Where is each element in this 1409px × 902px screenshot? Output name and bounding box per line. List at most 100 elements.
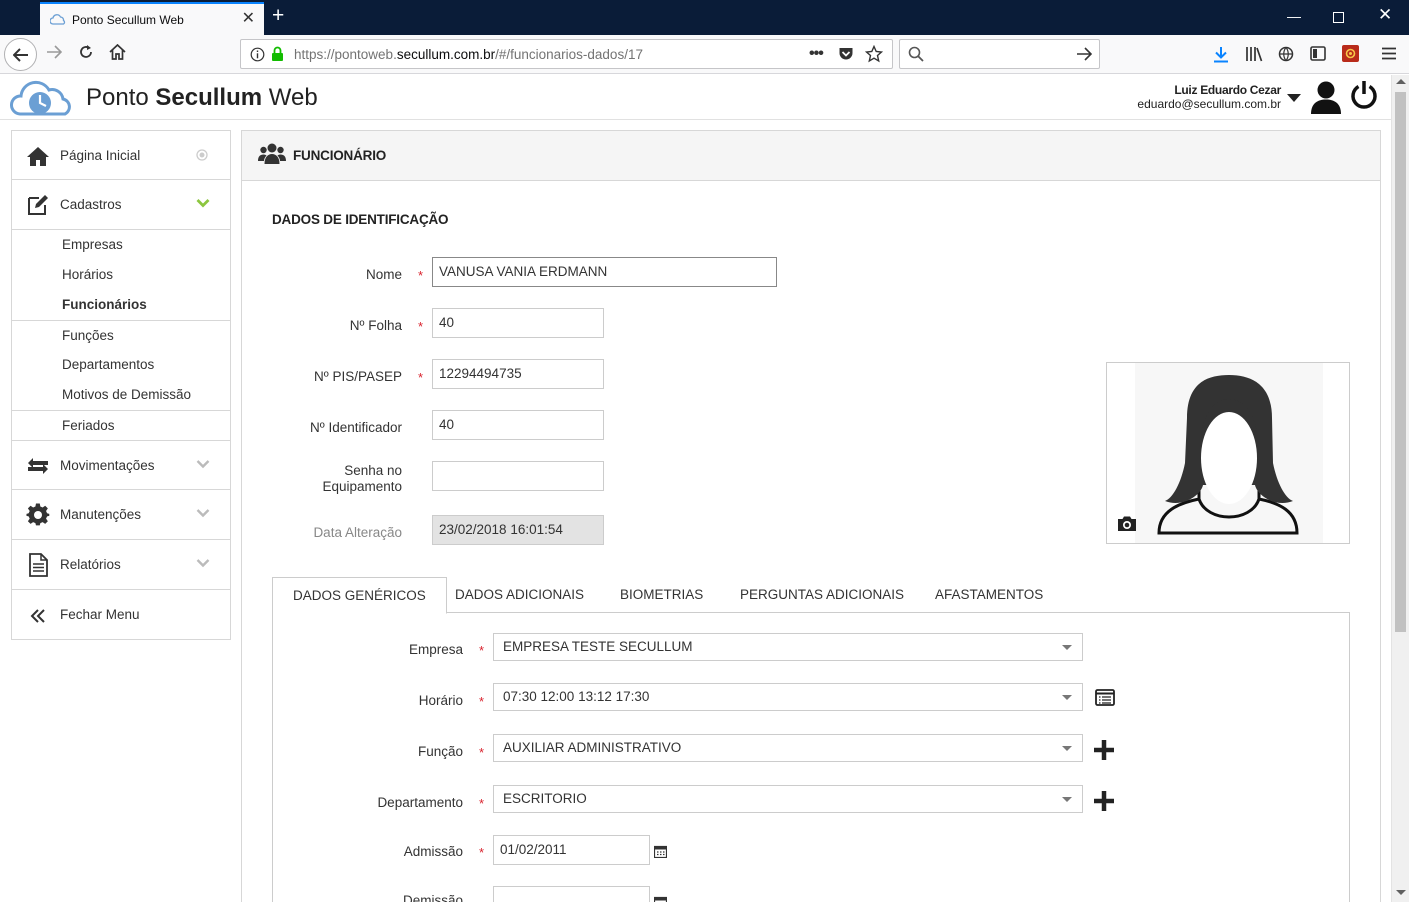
plus-icon[interactable] (1094, 740, 1114, 760)
app-title: Ponto Secullum Web (86, 84, 318, 111)
submenu-item-funcoes[interactable]: Funções (12, 320, 230, 350)
chevron-down-icon (196, 559, 210, 568)
plus-icon[interactable] (1094, 791, 1114, 811)
panel-title: FUNCIONÁRIO (293, 148, 387, 163)
submenu-item-empresas[interactable]: Empresas (12, 230, 230, 260)
nome-label: Nome (365, 267, 402, 282)
calendar-icon[interactable] (654, 845, 667, 858)
sidebar-item-manutencoes[interactable]: Manutenções (11, 490, 231, 540)
chevron-down-icon (1062, 746, 1072, 751)
data-alteracao-label: Data Alteração (313, 525, 402, 540)
search-icon (908, 46, 924, 62)
submenu-item-motivos-demissao[interactable]: Motivos de Demissão (12, 380, 230, 410)
info-icon[interactable] (250, 47, 265, 62)
scroll-down-icon[interactable] (1396, 890, 1406, 895)
folha-input[interactable]: 40 (432, 308, 604, 338)
submenu-item-horarios[interactable]: Horários (12, 260, 230, 290)
sidebar-item-movimentacoes[interactable]: Movimentações (11, 440, 231, 490)
user-email[interactable]: eduardo@secullum.com.br (1137, 97, 1281, 111)
departamento-label: Departamento (377, 795, 463, 810)
browser-titlebar: Ponto Secullum Web ✕ + — ✕ (0, 0, 1409, 35)
pocket-icon[interactable] (838, 46, 854, 62)
reload-icon[interactable] (78, 44, 94, 65)
pin-circle-icon[interactable] (196, 149, 208, 161)
minimize-icon[interactable]: — (1287, 8, 1301, 24)
maximize-icon[interactable] (1333, 12, 1344, 23)
admissao-input[interactable]: 01/02/2011 (493, 835, 650, 865)
submenu-item-funcionarios[interactable]: Funcionários (12, 290, 230, 320)
bookmark-star-icon[interactable] (865, 45, 883, 63)
download-icon[interactable] (1213, 46, 1229, 63)
tab-afastamentos[interactable]: AFASTAMENTOS (915, 577, 1063, 613)
browser-tab[interactable]: Ponto Secullum Web ✕ (40, 2, 264, 35)
section-title: DADOS DE IDENTIFICAÇÃO (272, 212, 449, 227)
chevron-down-icon (196, 460, 210, 469)
data-alteracao-input: 23/02/2018 16:01:54 (432, 515, 604, 545)
page-scrollbar[interactable] (1391, 75, 1409, 902)
cadastros-submenu: Empresas Horários Funcionários Funções D… (11, 230, 231, 440)
calendar-icon[interactable] (654, 896, 667, 902)
pis-input[interactable]: 12294494735 (432, 359, 604, 389)
forward-icon[interactable] (46, 44, 63, 64)
tab-title: Ponto Secullum Web (72, 12, 184, 27)
chevron-down-icon (1062, 797, 1072, 802)
tab-perguntas-adicionais[interactable]: PERGUNTAS ADICIONAIS (720, 577, 924, 613)
demissao-input[interactable] (493, 886, 650, 902)
horario-select[interactable]: 07:30 12:00 13:12 17:30 (493, 683, 1083, 711)
user-dropdown-icon[interactable] (1287, 94, 1301, 102)
list-details-icon[interactable] (1095, 689, 1115, 706)
url-bar[interactable]: https://pontoweb.secullum.com.br/#/funci… (240, 39, 893, 69)
submenu-item-feriados[interactable]: Feriados (12, 410, 230, 440)
tab-dados-adicionais[interactable]: DADOS ADICIONAIS (435, 577, 604, 613)
tab-dados-genericos[interactable]: DADOS GENÉRICOS (272, 577, 447, 614)
chevron-down-icon (1062, 695, 1072, 700)
female-avatar-icon (1135, 363, 1323, 543)
employee-photo[interactable] (1106, 362, 1350, 544)
hamburger-menu-icon[interactable] (1382, 47, 1396, 60)
app-header: Ponto Secullum Web Luiz Eduardo Cezar ed… (0, 75, 1409, 120)
search-bar[interactable] (899, 39, 1100, 69)
horario-label: Horário (418, 693, 463, 708)
funcao-select[interactable]: AUXILIAR ADMINISTRATIVO (493, 734, 1083, 762)
funcao-label: Função (417, 744, 463, 759)
tab-bar: DADOS GENÉRICOS DADOS ADICIONAIS BIOMETR… (272, 577, 1350, 614)
sidebar-item-relatorios[interactable]: Relatórios (11, 540, 231, 590)
cloud-icon (50, 13, 66, 25)
sync-icon[interactable] (1278, 46, 1294, 62)
pis-label: Nº PIS/PASEP (314, 369, 402, 384)
sidebar-item-label: Cadastros (60, 197, 122, 212)
user-name[interactable]: Luiz Eduardo Cezar (1174, 83, 1281, 97)
submenu-item-departamentos[interactable]: Departamentos (12, 350, 230, 380)
close-window-icon[interactable]: ✕ (1378, 6, 1392, 23)
empresa-select[interactable]: EMPRESA TESTE SECULLUM (493, 633, 1083, 661)
chevron-down-icon (1062, 645, 1072, 650)
lock-icon[interactable] (271, 46, 284, 62)
logo-cloud-clock-icon[interactable] (10, 78, 72, 118)
extension-icon[interactable] (1342, 45, 1359, 62)
sidebar-item-fechar-menu[interactable]: Fechar Menu (11, 590, 231, 640)
required-mark: * (418, 319, 424, 334)
user-avatar-icon[interactable] (1310, 80, 1342, 114)
back-button[interactable] (4, 38, 37, 71)
library-icon[interactable] (1245, 46, 1263, 62)
identificador-input[interactable]: 40 (432, 410, 604, 440)
sidebar-toggle-icon[interactable] (1310, 46, 1326, 61)
nome-input[interactable]: VANUSA VANIA ERDMANN (432, 257, 777, 287)
main-panel: FUNCIONÁRIO DADOS DE IDENTIFICAÇÃO Nome … (241, 130, 1381, 902)
power-logout-icon[interactable] (1350, 80, 1378, 110)
scroll-up-icon[interactable] (1396, 79, 1406, 84)
sidebar-item-home[interactable]: Página Inicial (11, 130, 231, 180)
scroll-thumb[interactable] (1395, 92, 1406, 632)
search-go-icon[interactable] (1076, 47, 1092, 61)
senha-input[interactable] (432, 461, 604, 491)
identificador-label: Nº Identificador (310, 420, 402, 435)
sidebar-item-cadastros[interactable]: Cadastros (11, 180, 231, 230)
tab-close-icon[interactable]: ✕ (242, 11, 255, 27)
new-tab-icon[interactable]: + (272, 5, 284, 27)
departamento-select[interactable]: ESCRITORIO (493, 785, 1083, 813)
home-icon[interactable] (109, 43, 126, 65)
camera-icon[interactable] (1117, 515, 1137, 532)
page-actions-icon[interactable]: ••• (809, 45, 824, 63)
tab-biometrias[interactable]: BIOMETRIAS (600, 577, 723, 613)
url-text[interactable]: https://pontoweb.secullum.com.br/#/funci… (294, 47, 643, 62)
